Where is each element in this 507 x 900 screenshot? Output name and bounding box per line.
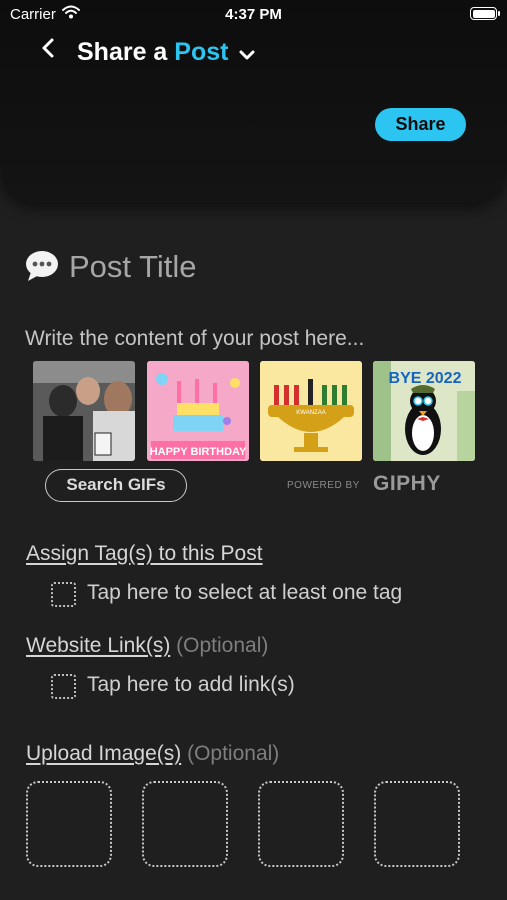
tag-picker-text: Tap here to select at least one tag — [87, 581, 403, 604]
speech-bubble-icon — [25, 250, 59, 287]
assign-tags-label[interactable]: Assign Tag(s) to this Post — [26, 542, 263, 566]
status-bar: Carrier 4:37 PM — [0, 0, 507, 28]
assign-tags-text: Assign Tag(s) to this Post — [26, 542, 263, 565]
clock: 4:37 PM — [225, 6, 282, 23]
kwanzaa-gif[interactable]: KWANZAA — [260, 361, 362, 461]
image-upload-slot[interactable] — [26, 781, 112, 867]
website-links-text: Website Link(s) — [26, 634, 171, 657]
giphy-powered-by: POWERED BY — [287, 480, 360, 491]
bye-2022-penguin-gif[interactable]: BYE 2022 — [373, 361, 475, 461]
website-links-label[interactable]: Website Link(s) (Optional) — [26, 634, 268, 658]
header-panel: Carrier 4:37 PM Share a Post Share — [0, 0, 507, 202]
gif-caption-bye: BYE 2022 — [389, 370, 462, 387]
chevron-down-icon — [239, 39, 255, 68]
image-upload-slot[interactable] — [258, 781, 344, 867]
upload-images-optional: (Optional) — [187, 742, 280, 765]
back-chevron-icon[interactable] — [38, 36, 60, 62]
image-upload-slot[interactable] — [374, 781, 460, 867]
happy-birthday-gif[interactable]: HAPPY BIRTHDAY — [147, 361, 249, 461]
dotted-checkbox-icon — [51, 582, 76, 607]
giphy-logo: GIPHY — [373, 472, 441, 495]
post-type-selector[interactable]: Share a Post — [77, 38, 255, 68]
post-title-input[interactable] — [69, 248, 489, 286]
upload-images-text: Upload Image(s) — [26, 742, 182, 765]
dotted-checkbox-icon — [51, 674, 76, 699]
upload-images-label[interactable]: Upload Image(s) (Optional) — [26, 742, 279, 766]
title-post-type: Post — [174, 38, 229, 66]
gif-caption-birthday: HAPPY BIRTHDAY — [150, 446, 247, 458]
gif-caption-kwanzaa: KWANZAA — [296, 410, 325, 416]
share-button[interactable]: Share — [375, 108, 466, 141]
people-gif[interactable] — [33, 361, 135, 461]
post-content-input[interactable] — [25, 325, 485, 353]
title-prefix: Share a — [77, 38, 175, 66]
giphy-attribution: POWERED BY GIPHY — [287, 472, 457, 496]
battery-icon — [470, 7, 500, 20]
link-picker-text: Tap here to add link(s) — [87, 673, 295, 696]
website-links-optional: (Optional) — [176, 634, 269, 657]
image-upload-slot[interactable] — [142, 781, 228, 867]
search-gifs-button[interactable]: Search GIFs — [45, 469, 187, 502]
